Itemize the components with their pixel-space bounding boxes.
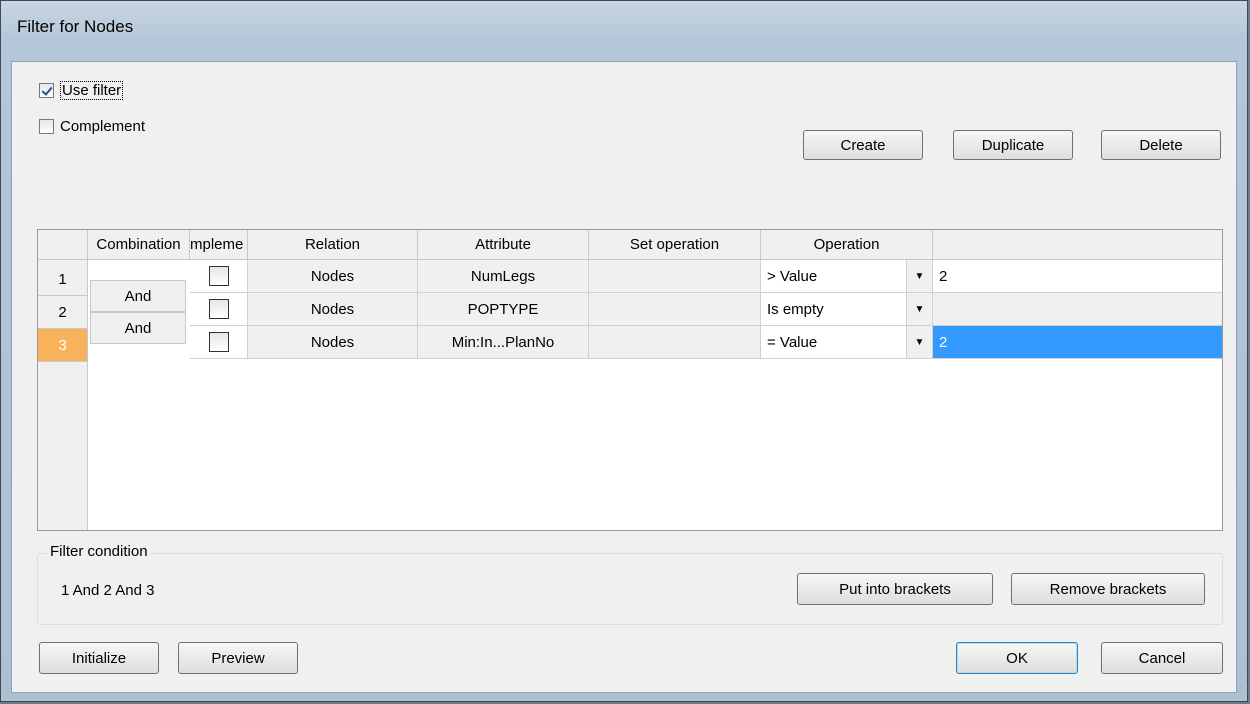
filter-condition-label: Filter condition bbox=[47, 543, 151, 560]
use-filter-checkbox-row[interactable]: Use filter bbox=[39, 81, 124, 100]
attribute-cell-3[interactable]: Min:In...PlanNo bbox=[418, 326, 589, 359]
set-operation-cell-2[interactable] bbox=[589, 293, 761, 326]
complement-checkbox-row[interactable]: Complement bbox=[39, 118, 145, 135]
complement-checkbox-3[interactable] bbox=[208, 332, 229, 352]
column-header-combination[interactable]: Combination bbox=[88, 230, 190, 260]
set-operation-cell-3[interactable] bbox=[589, 326, 761, 359]
ok-button[interactable]: OK bbox=[956, 642, 1078, 674]
column-header-attribute[interactable]: Attribute bbox=[418, 230, 589, 260]
value-cell-3[interactable]: 2 bbox=[933, 326, 1222, 359]
window-title: Filter for Nodes bbox=[17, 17, 134, 36]
remove-brackets-button[interactable]: Remove brackets bbox=[1011, 573, 1205, 605]
column-header-value[interactable] bbox=[933, 230, 1222, 260]
value-cell-2[interactable] bbox=[933, 293, 1222, 326]
complement-label: Complement bbox=[60, 118, 146, 135]
row-number-1[interactable]: 1 bbox=[38, 263, 88, 296]
use-filter-checkbox[interactable] bbox=[39, 83, 54, 98]
delete-button[interactable]: Delete bbox=[1101, 130, 1221, 160]
value-cell-1[interactable]: 2 bbox=[933, 260, 1222, 293]
create-button[interactable]: Create bbox=[803, 130, 923, 160]
title-bar[interactable]: Filter for Nodes bbox=[1, 1, 1247, 61]
row-number-2[interactable]: 2 bbox=[38, 296, 88, 329]
grid-corner-header bbox=[38, 230, 88, 260]
relation-cell-3[interactable]: Nodes bbox=[248, 326, 418, 359]
put-into-brackets-button[interactable]: Put into brackets bbox=[797, 573, 993, 605]
dropdown-arrow-icon[interactable]: ▼ bbox=[906, 260, 932, 292]
operation-dropdown-2[interactable]: Is empty ▼ bbox=[761, 293, 933, 326]
attribute-cell-1[interactable]: NumLegs bbox=[418, 260, 589, 293]
use-filter-label: Use filter bbox=[60, 81, 124, 100]
attribute-cell-2[interactable]: POPTYPE bbox=[418, 293, 589, 326]
dropdown-arrow-icon[interactable]: ▼ bbox=[906, 293, 932, 325]
complement-cell-3[interactable] bbox=[190, 326, 248, 359]
combination-cell-2[interactable]: And bbox=[90, 312, 186, 344]
relation-cell-2[interactable]: Nodes bbox=[248, 293, 418, 326]
column-header-relation[interactable]: Relation bbox=[248, 230, 418, 260]
resize-grip-icon[interactable]: ⋰ bbox=[1233, 686, 1243, 697]
operation-value-3: = Value bbox=[767, 333, 818, 351]
row-number-3[interactable]: 3 bbox=[38, 329, 88, 362]
preview-label: Preview bbox=[211, 649, 265, 667]
dropdown-arrow-icon[interactable]: ▼ bbox=[906, 326, 932, 358]
complement-checkbox[interactable] bbox=[39, 119, 54, 134]
initialize-label: Initialize bbox=[71, 649, 127, 667]
operation-value-2: Is empty bbox=[767, 300, 824, 318]
column-header-complement[interactable]: mpleme bbox=[190, 230, 248, 260]
complement-cell-2[interactable] bbox=[190, 293, 248, 326]
filter-dialog: Filter for Nodes Use filter Complement C… bbox=[0, 0, 1248, 702]
column-header-set-operation[interactable]: Set operation bbox=[589, 230, 761, 260]
operation-value-1: > Value bbox=[767, 267, 818, 285]
filter-condition-text: 1 And 2 And 3 bbox=[61, 582, 155, 599]
initialize-button[interactable]: Initialize bbox=[39, 642, 159, 674]
combination-cell-1[interactable]: And bbox=[90, 280, 186, 312]
relation-cell-1[interactable]: Nodes bbox=[248, 260, 418, 293]
set-operation-cell-1[interactable] bbox=[589, 260, 761, 293]
duplicate-button[interactable]: Duplicate bbox=[953, 130, 1073, 160]
complement-checkbox-2[interactable] bbox=[208, 299, 229, 319]
cancel-button[interactable]: Cancel bbox=[1101, 642, 1223, 674]
filter-conditions-grid[interactable]: Combination mpleme Relation Attribute Se… bbox=[37, 229, 1223, 531]
preview-button[interactable]: Preview bbox=[178, 642, 298, 674]
column-header-operation[interactable]: Operation bbox=[761, 230, 933, 260]
operation-dropdown-3[interactable]: = Value ▼ bbox=[761, 326, 933, 359]
complement-cell-1[interactable] bbox=[190, 260, 248, 293]
operation-dropdown-1[interactable]: > Value ▼ bbox=[761, 260, 933, 293]
complement-checkbox-1[interactable] bbox=[208, 266, 229, 286]
